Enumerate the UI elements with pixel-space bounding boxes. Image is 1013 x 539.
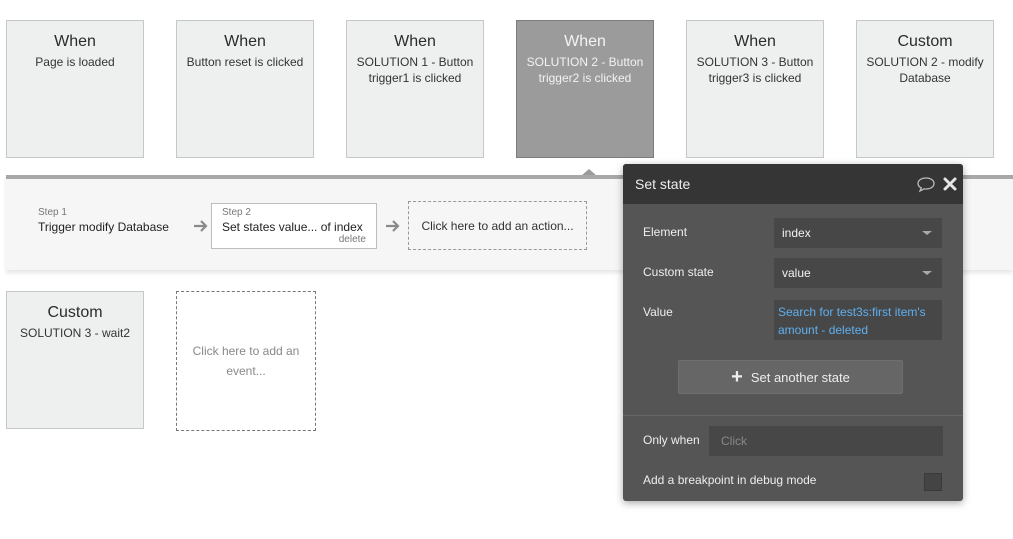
set-another-state-label: Set another state — [750, 369, 850, 385]
panel-header: Set state — [623, 164, 963, 204]
step-name: Set states value... of index — [222, 220, 363, 234]
step-name: Trigger modify Database — [38, 220, 169, 234]
plus-icon: + — [731, 366, 743, 388]
event-type: Custom — [897, 33, 953, 50]
step-number: Step 2 — [222, 207, 251, 218]
chevron-down-icon — [922, 231, 932, 235]
arrow-right-icon — [194, 220, 208, 232]
value-expression-field[interactable]: Search for test3s:first item's amount - … — [774, 300, 942, 340]
workflow-step-1[interactable]: Step 1 Trigger modify Database — [38, 207, 169, 234]
event-description: SOLUTION 1 - Button trigger1 is clicked — [356, 55, 474, 85]
value-label: Value — [643, 305, 673, 319]
chevron-down-icon — [922, 271, 932, 275]
set-state-panel: Set state Element index Custom state val… — [623, 164, 963, 501]
custom-state-dropdown-value: value — [782, 266, 811, 280]
event-type: When — [564, 33, 606, 50]
only-when-input[interactable]: Click — [709, 426, 943, 456]
event-type: When — [54, 33, 96, 50]
set-another-state-button[interactable]: + Set another state — [678, 360, 903, 394]
event-type: When — [394, 33, 436, 50]
add-action-button[interactable]: Click here to add an action... — [408, 201, 587, 250]
breakpoint-label: Add a breakpoint in debug mode — [643, 473, 817, 487]
event-card-solution-3[interactable]: When SOLUTION 3 - Button trigger3 is cli… — [686, 20, 824, 158]
custom-state-label: Custom state — [643, 265, 714, 279]
close-icon[interactable] — [942, 176, 958, 192]
event-description: Page is loaded — [35, 55, 115, 69]
event-description: SOLUTION 2 - Button trigger2 is clicked — [526, 55, 644, 85]
event-description: Button reset is clicked — [186, 55, 304, 69]
event-card-custom-modify-database[interactable]: Custom SOLUTION 2 - modify Database — [856, 20, 994, 158]
panel-divider — [623, 415, 963, 416]
event-description: SOLUTION 3 - wait2 — [19, 326, 131, 340]
panel-title: Set state — [635, 176, 691, 192]
event-card-page-loaded[interactable]: When Page is loaded — [6, 20, 144, 158]
delete-step-link[interactable]: delete — [339, 234, 366, 245]
event-type: When — [224, 33, 266, 50]
step-number: Step 1 — [38, 207, 67, 218]
element-label: Element — [643, 225, 688, 239]
event-card-solution-1[interactable]: When SOLUTION 1 - Button trigger1 is cli… — [346, 20, 484, 158]
element-dropdown-value: index — [782, 226, 811, 240]
event-description: SOLUTION 3 - Button trigger3 is clicked — [696, 55, 814, 85]
event-card-button-reset[interactable]: When Button reset is clicked — [176, 20, 314, 158]
only-when-label: Only when — [643, 433, 700, 447]
custom-state-dropdown[interactable]: value — [774, 258, 942, 288]
event-card-custom-wait2[interactable]: Custom SOLUTION 3 - wait2 — [6, 291, 144, 429]
workflow-step-2[interactable]: Step 2 Set states value... of index dele… — [211, 203, 377, 249]
breakpoint-checkbox[interactable] — [924, 473, 942, 491]
arrow-right-icon — [386, 220, 400, 232]
event-type: When — [734, 33, 776, 50]
event-type: Custom — [47, 304, 103, 321]
event-description: SOLUTION 2 - modify Database — [866, 55, 984, 85]
event-card-solution-2-selected[interactable]: When SOLUTION 2 - Button trigger2 is cli… — [516, 20, 654, 158]
add-event-button[interactable]: Click here to add an event... — [176, 291, 316, 431]
comment-icon[interactable] — [916, 176, 936, 193]
element-dropdown[interactable]: index — [774, 218, 942, 248]
